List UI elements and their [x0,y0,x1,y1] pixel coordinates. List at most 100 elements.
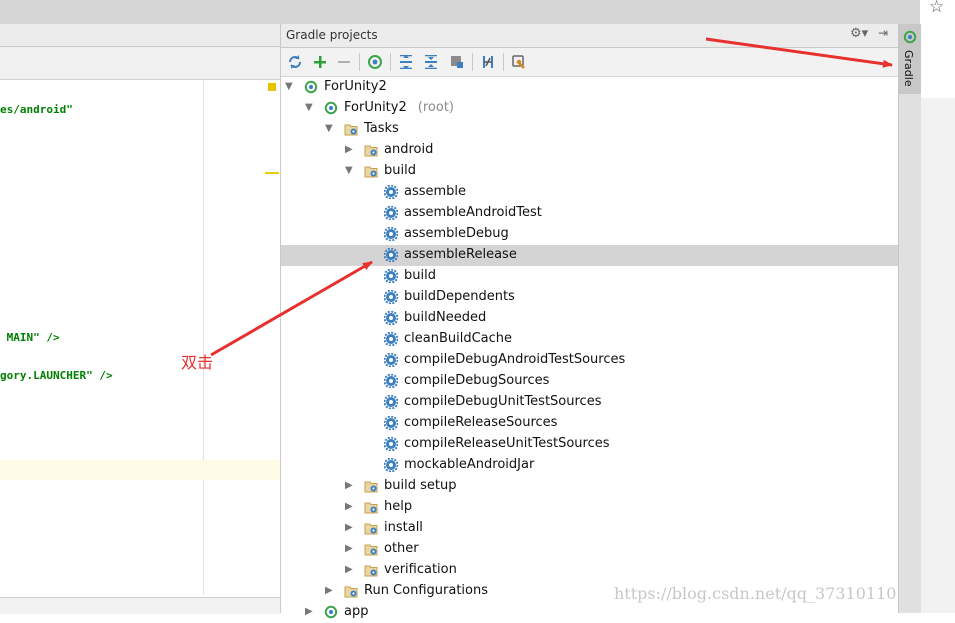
task-group-item[interactable]: ▶ build setup [281,476,898,497]
collapse-arrow-icon[interactable]: ▶ [345,522,353,533]
task-group-item[interactable]: ▶ other [281,539,898,560]
gradle-projects-panel: Gradle projects ⚙▾ ⇥ ▼ ForUnity2 ▼ ForUn… [281,24,898,619]
tree-item-label: mockableAndroidJar [404,457,535,472]
task-folder-icon [364,565,378,577]
collapse-arrow-icon[interactable]: ▶ [325,585,333,596]
remove-icon[interactable] [334,52,354,72]
task-item[interactable]: compileReleaseUnitTestSources [281,434,898,455]
task-folder-icon [344,124,358,136]
refresh-icon[interactable] [285,52,305,72]
task-gear-icon [384,185,398,199]
task-folder-icon [364,481,378,493]
gear-menu-icon[interactable]: ⚙▾ [850,26,868,41]
expand-arrow-icon[interactable]: ▼ [345,165,353,176]
task-gear-icon [384,227,398,241]
offline-mode-icon[interactable] [447,52,467,72]
task-gear-icon [384,416,398,430]
add-icon[interactable] [310,52,330,72]
tree-item-label: verification [384,562,457,577]
tree-item-label: assembleRelease [404,247,517,262]
toolbar-separator [390,53,391,71]
toolbar-separator [472,53,473,71]
settings-wrench-icon[interactable] [509,52,529,72]
tree-item-label: buildDependents [404,289,515,304]
task-gear-icon [384,458,398,472]
project-item[interactable]: ▼ ForUnity2 (root) [281,98,898,119]
watermark: https://blog.csdn.net/qq_37310110 [614,584,897,603]
tree-item-label: compileReleaseSources [404,415,558,430]
task-item[interactable]: assemble [281,182,898,203]
tree-item-label: android [384,142,434,157]
tree-item-label: compileDebugSources [404,373,550,388]
task-item[interactable]: assembleRelease [281,245,898,266]
expand-arrow-icon[interactable]: ▼ [325,123,333,134]
warning-marker[interactable] [268,83,276,91]
task-gear-icon [384,332,398,346]
tree-item-label: assemble [404,184,467,199]
editor-breadcrumb-bar [0,47,280,80]
execute-task-icon[interactable] [365,52,385,72]
task-item[interactable]: build [281,266,898,287]
collapse-arrow-icon[interactable]: ▶ [345,564,353,575]
task-group-item[interactable]: ▶ help [281,497,898,518]
toggle-dependency-icon[interactable] [478,52,498,72]
gradle-tool-window-tab[interactable]: Gradle [899,24,921,94]
tree-item-label: build [404,268,436,283]
tree-item-label: other [384,541,419,556]
tree-item-suffix: (root) [417,100,455,115]
collapse-arrow-icon[interactable]: ▶ [305,606,313,617]
panel-title: Gradle projects [286,28,378,42]
task-item[interactable]: buildDependents [281,287,898,308]
task-item[interactable]: cleanBuildCache [281,329,898,350]
task-item[interactable]: compileDebugSources [281,371,898,392]
expand-all-icon[interactable] [396,52,416,72]
window-top-strip [0,0,920,24]
project-item[interactable]: ▼ ForUnity2 [281,77,898,98]
task-item[interactable]: mockableAndroidJar [281,455,898,476]
collapse-arrow-icon[interactable]: ▶ [345,501,353,512]
task-group-item[interactable]: ▶ android [281,140,898,161]
bookmark-star-icon[interactable]: ☆ [929,0,944,17]
expand-arrow-icon[interactable]: ▼ [305,102,313,113]
collapse-arrow-icon[interactable]: ▶ [345,543,353,554]
collapse-arrow-icon[interactable]: ▶ [345,480,353,491]
tree-item-label: compileDebugUnitTestSources [404,394,602,409]
tree-item-label: install [384,520,423,535]
task-group-item[interactable]: ▼ build [281,161,898,182]
task-item[interactable]: compileDebugUnitTestSources [281,392,898,413]
task-gear-icon [384,437,398,451]
toolbar-separator [359,53,360,71]
gradle-task-tree[interactable]: ▼ ForUnity2 ▼ ForUnity2 (root) ▼ Tasks ▶ androi… [281,77,898,619]
task-group-item[interactable]: ▼ Tasks [281,119,898,140]
gradle-project-icon [324,605,338,619]
current-line-highlight [0,460,280,480]
editor-tab-bar [0,24,280,47]
task-item[interactable]: buildNeeded [281,308,898,329]
task-group-item[interactable]: ▶ install [281,518,898,539]
collapse-all-icon[interactable] [421,52,441,72]
tree-item-label: build setup [384,478,457,493]
tree-item-label: Tasks [364,121,399,136]
task-gear-icon [384,206,398,220]
tree-item-label: cleanBuildCache [404,331,513,346]
code-editor[interactable]: es/android" MAIN" /> gory.LAUNCHER" /> [0,24,281,614]
task-item[interactable]: assembleDebug [281,224,898,245]
task-item[interactable]: compileDebugAndroidTestSources [281,350,898,371]
gradle-icon [903,30,917,44]
browser-edge-gray [920,98,955,613]
task-folder-icon [364,523,378,535]
hide-panel-icon[interactable]: ⇥ [878,26,888,40]
code-line: gory.LAUNCHER" /> [0,369,113,382]
expand-arrow-icon[interactable]: ▼ [285,81,293,92]
task-item[interactable]: assembleAndroidTest [281,203,898,224]
task-group-item[interactable]: ▶ verification [281,560,898,581]
task-gear-icon [384,290,398,304]
collapse-arrow-icon[interactable]: ▶ [345,144,353,155]
task-gear-icon [384,311,398,325]
editor-right-margin [203,80,204,595]
task-item[interactable]: compileReleaseSources [281,413,898,434]
tree-item-label: ForUnity2 [324,79,387,94]
task-folder-icon [364,166,378,178]
tree-item-label: assembleAndroidTest [404,205,542,220]
task-folder-icon [364,502,378,514]
